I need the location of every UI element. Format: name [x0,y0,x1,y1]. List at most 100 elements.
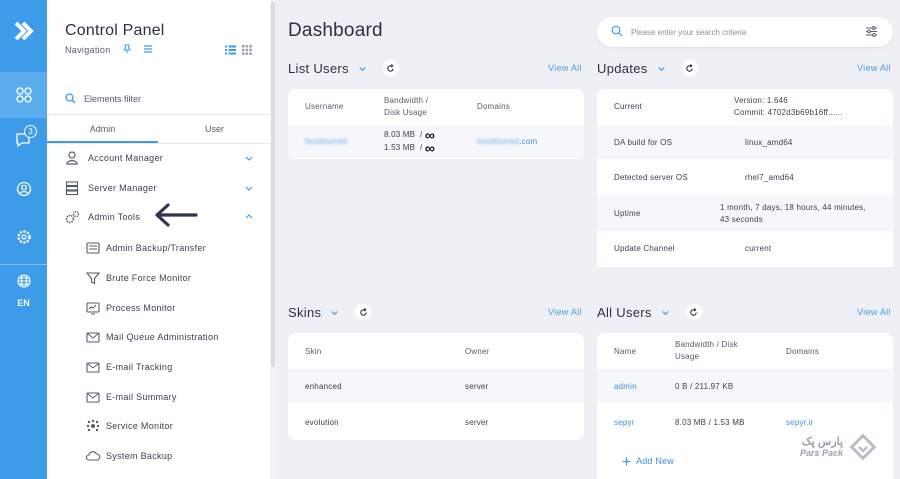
submenu-item-system-backup[interactable]: System Backup [47,444,270,468]
menu-item-label: Server Manager [88,183,157,193]
column-header: Owner [465,347,490,356]
list-view-icon[interactable] [225,45,236,55]
rail-divider [0,264,47,265]
tab-user[interactable]: User [159,115,270,143]
submenu-item-label: E-mail Summary [106,392,177,402]
user-icon [66,151,78,165]
grid-view-icon[interactable] [242,45,252,55]
app-logo-icon[interactable] [0,0,47,62]
skin-name[interactable]: evolution [305,417,339,429]
update-label: Uptime [614,209,641,218]
tab-admin[interactable]: Admin [47,115,158,143]
service-icon [86,419,100,432]
submenu-item-mail-queue[interactable]: Mail Queue Administration [47,325,270,349]
submenu-item-admin-backup[interactable]: Admin Backup/Transfer [47,236,270,260]
mail-icon [86,332,100,343]
chevron-down-icon[interactable] [330,308,339,317]
refresh-icon [387,63,395,72]
list-users-view-all-link[interactable]: View All [548,63,582,73]
updates-view-all-link[interactable]: View All [857,63,891,73]
account-nav-button[interactable] [0,166,47,212]
user-name-link[interactable]: sepyr [614,417,635,429]
submenu-item-process-monitor[interactable]: Process Monitor [47,296,270,320]
left-rail: 3 EN [0,0,47,479]
chevron-down-icon[interactable] [657,64,666,73]
skin-name[interactable]: enhanced [305,381,342,393]
settings-nav-button[interactable] [0,214,47,260]
dashboard-icon [15,87,32,103]
refresh-button[interactable] [685,304,702,320]
panel-title: Control Panel [65,22,165,39]
list-users-card: Username Bandwidth / Disk Usage Domains h… [288,89,584,159]
submenu-item-label: Admin Backup/Transfer [106,243,207,253]
submenu-item-email-tracking[interactable]: E-mail Tracking [47,355,270,379]
dashboard-nav-button[interactable] [0,72,47,118]
user-domain-link[interactable]: sepyr.ir [786,417,813,429]
view-switcher [225,45,252,55]
monitor-icon [86,302,100,315]
skin-owner: server [465,382,489,391]
update-value: 1 month, 7 days, 18 hours, 44 minutes, [720,203,866,212]
navigation-panel: Control Panel Navigation Elements filter… [47,0,270,479]
refresh-button[interactable] [355,304,372,320]
updates-header: Updates [597,60,698,76]
plus-icon [622,457,631,465]
watermark-en: Pars Pack [800,448,844,458]
globe-icon [16,274,31,288]
column-header: Username [305,102,344,111]
filter-settings-icon[interactable] [865,25,878,38]
menu-item-server-manager[interactable]: Server Manager [47,176,270,200]
chevron-down-icon [245,186,253,191]
menu-item-label: Admin Tools [88,212,141,222]
pin-icon[interactable] [123,44,131,54]
update-label: Update Channel [614,244,675,253]
submenu-item-service-monitor[interactable]: Service Monitor [47,414,270,438]
cloud-icon [85,451,101,461]
chevron-up-icon [245,214,253,219]
section-title: All Users [597,304,652,320]
refresh-button[interactable] [681,60,698,76]
chevron-down-icon[interactable] [358,64,367,73]
section-title: Skins [288,304,322,320]
skins-view-all-link[interactable]: View All [548,307,582,317]
search-icon [65,93,76,104]
elements-filter[interactable]: Elements filter [65,93,141,104]
section-title: Updates [597,60,648,76]
submenu-item-label: System Backup [106,451,173,461]
update-value: linux_amd64 [745,138,793,147]
messages-nav-button[interactable]: 3 [0,117,47,163]
add-new-user-button[interactable]: Add New [622,455,674,467]
language-button[interactable] [0,266,47,296]
update-value: Version: 1.646 [734,96,788,105]
column-header: Domains [477,102,510,111]
panel-tabs: Admin User [47,114,270,144]
chevron-down-icon[interactable] [661,308,670,317]
menu-item-account-manager[interactable]: Account Manager [47,146,270,170]
pointer-arrow-icon [155,203,198,227]
refresh-button[interactable] [382,60,399,76]
user-name-link[interactable]: admin [614,381,637,393]
panel-scrollbar[interactable] [270,0,276,479]
mail-icon [86,392,100,403]
search-input[interactable] [631,25,851,39]
domain-link[interactable]: hostblurred.com [477,136,537,148]
skin-owner: server [465,418,489,427]
username-link[interactable]: hostblurred [305,136,347,148]
submenu-item-email-summary[interactable]: E-mail Summary [47,385,270,409]
user-usage: 0 B / 211.97 KB [675,382,734,391]
mail-icon [86,362,100,373]
page-title: Dashboard [288,20,383,41]
submenu-item-brute-force-monitor[interactable]: Brute Force Monitor [47,266,270,290]
scrollbar-thumb[interactable] [271,2,275,367]
all-users-view-all-link[interactable]: View All [857,307,891,317]
refresh-icon [690,307,697,316]
section-title: List Users [288,60,349,76]
list-icon[interactable] [143,44,153,54]
gear-icon [16,230,31,244]
column-header: Skin [305,347,322,356]
submenu-item-label: Service Monitor [106,421,174,431]
column-header: Bandwidth / Disk Usage [384,96,429,117]
search-bar [597,17,893,47]
gears-icon [65,210,80,224]
panel-subtitle-icons [123,44,153,54]
